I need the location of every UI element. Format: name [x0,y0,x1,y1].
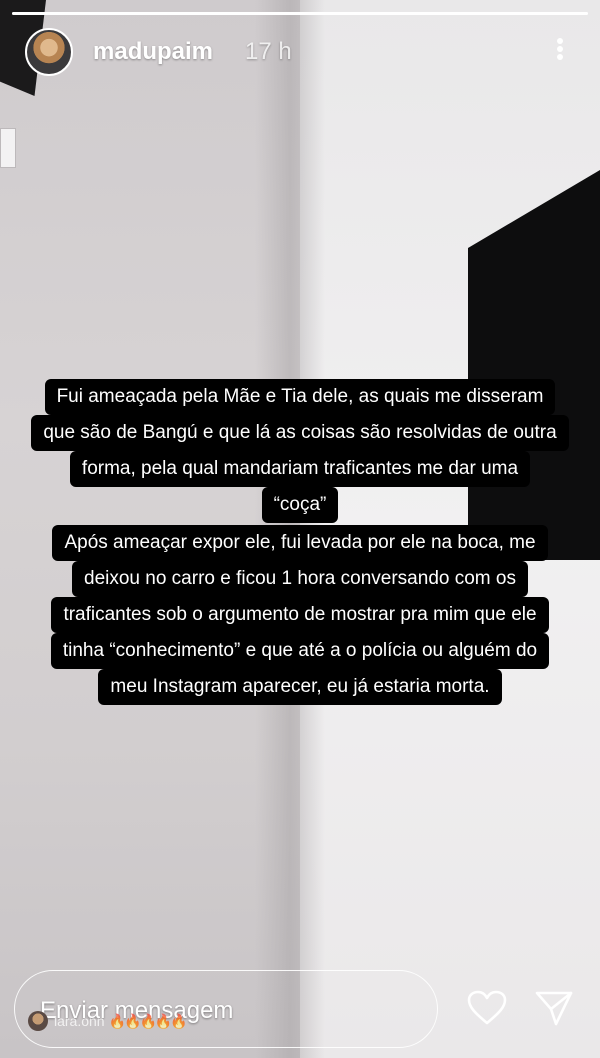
caption-block-2: Após ameaçar expor ele, fui levada por e… [0,525,600,705]
caption-line: tinha “conhecimento” e que até a o políc… [50,633,550,669]
more-vertical-icon[interactable] [548,36,572,68]
story-timestamp: 17 h [245,38,292,65]
wall-switch-plate [0,128,16,168]
avatar[interactable] [25,28,73,76]
send-icon[interactable] [531,985,577,1031]
username[interactable]: madupaim [93,38,213,66]
caption-line: que são de Bangú e que lá as coisas são … [31,415,569,451]
reply-emojis: 🔥🔥🔥🔥🔥 [108,1012,188,1029]
caption-line: forma, pela qual mandariam traficantes m… [69,451,531,487]
story-progress-bar [12,12,588,15]
caption-line: Após ameaçar expor ele, fui levada por e… [52,525,548,561]
caption-block-1: Fui ameaçada pela Mãe e Tia dele, as qua… [0,379,600,523]
caption-line: traficantes sob o argumento de mostrar p… [51,597,549,633]
caption-line: deixou no carro e ficou 1 hora conversan… [72,561,528,597]
reply-overlay: lara.onn 🔥🔥🔥🔥🔥 [28,1010,188,1032]
caption-line: meu Instagram aparecer, eu já estaria mo… [98,669,502,705]
reply-avatar [28,1011,48,1031]
caption-line: “coça” [261,487,339,523]
story-progress-fill [12,12,588,15]
reply-username: lara.onn [54,1013,105,1029]
heart-icon[interactable] [464,985,510,1031]
caption-line: Fui ameaçada pela Mãe e Tia dele, as qua… [44,379,556,415]
